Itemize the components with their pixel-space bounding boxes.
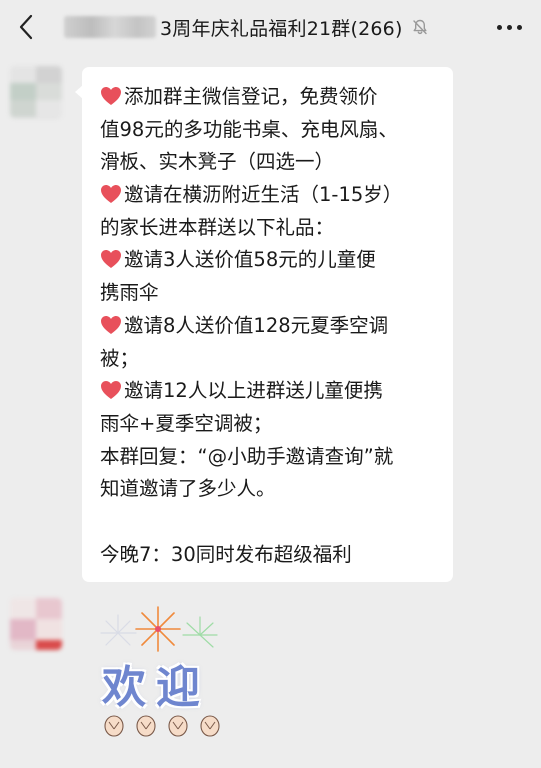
message-text: 邀请8人送价值128元夏季空调: [124, 313, 389, 337]
avatar[interactable]: [10, 66, 62, 118]
message-text: 邀请在横沥附近生活（1-15岁）: [124, 183, 403, 207]
message-line: 邀请12人以上进群送儿童便携: [100, 375, 439, 408]
message-line: 被；: [100, 343, 439, 376]
heart-icon: [100, 84, 122, 117]
welcome-text: 欢迎: [102, 662, 210, 713]
message-text: 值98元的多功能书桌、充电风扇、: [100, 117, 398, 141]
more-button[interactable]: [491, 12, 527, 42]
message-line: 值98元的多功能书桌、充电风扇、: [100, 114, 439, 147]
message-line: 携雨伞: [100, 277, 439, 310]
message-line: 雨伞+夏季空调被；: [100, 408, 439, 441]
message-text: 邀请12人以上进群送儿童便携: [124, 379, 383, 403]
message-line: 邀请8人送价值128元夏季空调: [100, 310, 439, 343]
blurred-group-name: [64, 16, 156, 38]
message-line: 今晚7：30同时发布超级福利: [100, 539, 439, 572]
chat-title-area[interactable]: 3周年庆礼品福利21群(266): [64, 10, 429, 44]
chat-header: 3周年庆礼品福利21群(266): [0, 0, 541, 54]
message-line: 邀请在横沥附近生活（1-15岁）: [100, 179, 439, 212]
message-text: 雨伞+夏季空调被；: [100, 411, 273, 435]
message-text: 携雨伞: [100, 281, 159, 305]
message-line: 滑板、实木凳子（四选一）: [100, 146, 439, 179]
message-text: 添加群主微信登记，免费领价: [124, 85, 378, 108]
heart-icon: [100, 313, 122, 346]
more-dot: [516, 24, 522, 30]
message-line: 添加群主微信登记，免费领价: [100, 81, 439, 114]
bell-off-icon: [411, 18, 429, 36]
message-text: 今晚7：30同时发布超级福利: [100, 542, 352, 566]
message-line: 本群回复：“@小助手邀请查询”就: [100, 441, 439, 474]
bubble-arrow: [75, 85, 83, 99]
chat-title: 3周年庆礼品福利21群(266): [160, 17, 403, 40]
chevron-left-icon: [19, 14, 33, 40]
message-bubble[interactable]: 添加群主微信登记，免费领价 值98元的多功能书桌、充电风扇、 滑板、实木凳子（四…: [75, 67, 453, 582]
back-button[interactable]: [10, 10, 42, 44]
message-text: 邀请3人送价值58元的儿童便: [124, 248, 376, 272]
message-line: 知道邀请了多少人。: [100, 473, 439, 506]
clapping-hands-icon: [104, 715, 220, 737]
welcome-sticker[interactable]: 欢迎: [96, 603, 238, 743]
avatar[interactable]: [10, 598, 62, 650]
heart-icon: [100, 182, 122, 215]
message-text: 被；: [100, 346, 140, 370]
more-dot: [506, 24, 512, 30]
heart-icon: [100, 247, 122, 280]
message-line: 邀请3人送价值58元的儿童便: [100, 244, 439, 277]
more-dot: [496, 24, 502, 30]
message-line: 的家长进本群送以下礼品：: [100, 212, 439, 245]
message-text: 滑板、实木凳子（四选一）: [100, 150, 335, 174]
heart-icon: [100, 378, 122, 411]
message-text: 本群回复：“@小助手邀请查询”就: [100, 444, 394, 468]
message-text: 知道邀请了多少人。: [100, 477, 276, 501]
message-text: 的家长进本群送以下礼品：: [100, 215, 335, 239]
